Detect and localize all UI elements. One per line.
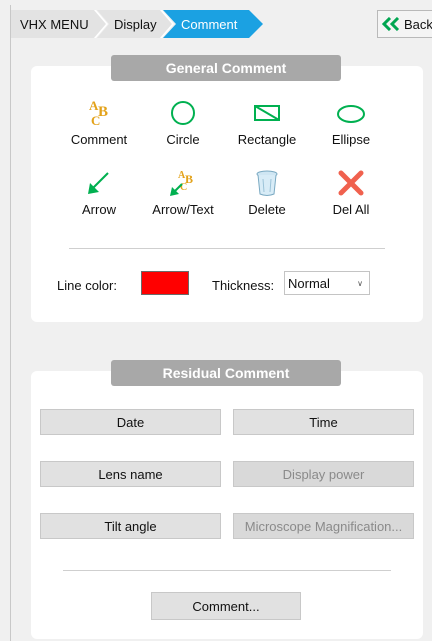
abc-text-icon: A B C: [89, 98, 108, 128]
ellipse-icon: [337, 105, 365, 123]
arrow-text-icon: A B C: [170, 170, 193, 196]
button-label: Display power: [282, 466, 365, 482]
rectangle-icon: [254, 105, 280, 121]
arrow-tool-button[interactable]: Arrow: [59, 168, 139, 217]
divider: [63, 570, 391, 571]
tool-label: Circle: [166, 132, 200, 147]
ellipse-tool-button[interactable]: Ellipse: [311, 98, 391, 147]
lens-name-button[interactable]: Lens name: [40, 461, 221, 487]
delete-all-tool-button[interactable]: Del All: [311, 168, 391, 217]
back-button[interactable]: Back: [377, 10, 432, 38]
button-label: Date: [116, 414, 145, 430]
back-label: Back: [404, 16, 432, 32]
tool-label: Rectangle: [237, 132, 297, 147]
microscope-magnification-button[interactable]: Microscope Magnification...: [233, 513, 414, 539]
comment-window: VHX MENU Display Comment Back General Co…: [10, 5, 432, 641]
comment-tool-button[interactable]: A B C Comment: [59, 98, 139, 147]
tilt-angle-button[interactable]: Tilt angle: [40, 513, 221, 539]
trash-icon: [256, 170, 278, 196]
button-label: Microscope Magnification...: [244, 518, 403, 534]
thickness-value: Normal: [288, 275, 330, 291]
breadcrumb-vhx-menu[interactable]: VHX MENU: [11, 10, 106, 38]
thickness-select[interactable]: Normal ∨: [284, 271, 370, 295]
tool-label: Ellipse: [331, 132, 371, 147]
svg-text:C: C: [91, 113, 100, 128]
general-comment-panel: General Comment A B C Comment Circle Rec…: [31, 55, 423, 322]
tool-label: Del All: [332, 202, 370, 217]
divider: [69, 248, 385, 249]
x-icon: [338, 170, 364, 196]
residual-comment-panel: Residual Comment Date Time Lens name Dis…: [31, 360, 423, 639]
breadcrumb-label: Comment: [181, 16, 238, 32]
button-label: Comment...: [192, 598, 260, 614]
button-label: Lens name: [98, 466, 163, 482]
breadcrumb-label: VHX MENU: [20, 16, 89, 32]
double-chevron-left-icon: [382, 17, 400, 31]
delete-tool-button[interactable]: Delete: [227, 168, 307, 217]
thickness-label: Thickness:: [212, 278, 275, 293]
time-button[interactable]: Time: [233, 409, 414, 435]
chevron-down-icon: ∨: [357, 279, 363, 288]
breadcrumb-comment[interactable]: Comment: [163, 10, 263, 38]
tool-label: Arrow: [82, 202, 116, 217]
date-button[interactable]: Date: [40, 409, 221, 435]
tool-label: Comment: [70, 132, 128, 147]
tool-label: Arrow/Text: [152, 202, 214, 217]
rectangle-tool-button[interactable]: Rectangle: [227, 98, 307, 147]
residual-comment-title: Residual Comment: [111, 360, 341, 386]
breadcrumb-label: Display: [114, 16, 157, 32]
line-color-label: Line color:: [57, 278, 117, 293]
arrow-icon: [88, 172, 109, 194]
breadcrumb: VHX MENU Display Comment Back: [11, 5, 432, 43]
display-power-button[interactable]: Display power: [233, 461, 414, 487]
button-label: Time: [309, 414, 338, 430]
circle-tool-button[interactable]: Circle: [143, 98, 223, 147]
comment-dialog-button[interactable]: Comment...: [151, 592, 301, 620]
tool-label: Delete: [248, 202, 286, 217]
general-comment-title: General Comment: [111, 55, 341, 81]
arrow-text-tool-button[interactable]: A B C Arrow/Text: [143, 168, 223, 217]
circle-icon: [171, 101, 195, 125]
line-color-swatch[interactable]: [141, 271, 189, 295]
button-label: Tilt angle: [104, 518, 157, 534]
